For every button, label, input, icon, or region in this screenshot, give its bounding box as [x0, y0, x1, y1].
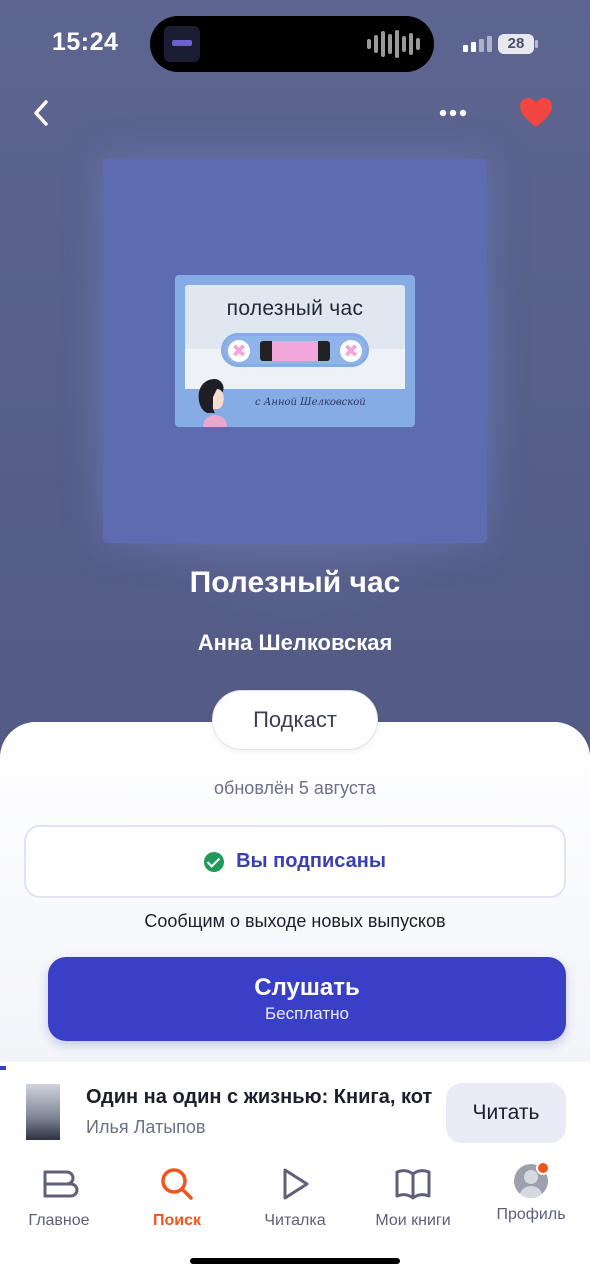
notify-text: Сообщим о выходе новых выпусков — [144, 911, 446, 931]
woman-portrait-icon — [198, 379, 227, 427]
cover-signature: с Анной Шелковской — [255, 397, 366, 408]
listen-label: Слушать — [254, 974, 360, 1001]
mini-player-title: Один на один с жизнью: Книга, кот — [86, 1086, 433, 1108]
tab-my-books-label: Мои книги — [375, 1212, 451, 1229]
battery-tip — [535, 40, 538, 48]
tab-reader[interactable]: Читалка — [236, 1158, 354, 1230]
tape — [260, 341, 330, 361]
now-playing-thumbnail — [164, 26, 200, 62]
type-badge[interactable]: Подкаст — [212, 690, 378, 750]
mini-player-author: Илья Латыпов — [86, 1117, 206, 1137]
heart-icon — [520, 98, 552, 127]
play-icon — [283, 1168, 309, 1200]
status-bar: 15:24 28 — [0, 0, 590, 90]
tab-search[interactable]: Поиск — [118, 1158, 236, 1230]
read-button[interactable]: Читать — [446, 1083, 566, 1143]
mini-player-progress — [0, 1066, 6, 1070]
tab-reader-label: Читалка — [264, 1212, 326, 1229]
dynamic-island[interactable] — [150, 16, 434, 72]
tab-home-label: Главное — [28, 1212, 90, 1229]
book-icon — [395, 1169, 431, 1200]
cassette-illustration: полезный час ✖ ✖ с Анной Шелковской — [175, 275, 415, 427]
mini-player-cover — [26, 1084, 60, 1140]
home-icon — [43, 1170, 79, 1198]
check-icon — [204, 851, 225, 872]
chevron-left-icon — [34, 100, 48, 126]
audio-wave-icon — [367, 30, 420, 58]
listen-sublabel: Бесплатно — [265, 1004, 349, 1023]
updated-date: обновлён 5 августа — [214, 778, 376, 798]
podcast-author[interactable]: Анна Шелковская — [0, 630, 590, 656]
tab-search-label: Поиск — [152, 1212, 201, 1229]
status-time: 15:24 — [52, 28, 119, 56]
subscribe-button[interactable]: Вы подписаны — [24, 825, 566, 898]
notification-dot — [536, 1161, 550, 1175]
tab-profile-label: Профиль — [496, 1206, 566, 1223]
subscribe-label: Вы подписаны — [236, 850, 386, 872]
tab-my-books[interactable]: Мои книги — [354, 1158, 472, 1230]
reel-right-icon: ✖ — [340, 340, 362, 362]
podcast-title: Полезный час — [189, 566, 401, 599]
tab-profile[interactable]: Профиль — [472, 1158, 590, 1224]
listen-button[interactable]: Слушать Бесплатно — [48, 957, 566, 1041]
home-indicator[interactable] — [190, 1258, 400, 1264]
reel-left-icon: ✖ — [228, 340, 250, 362]
tab-home[interactable]: Главное — [0, 1158, 118, 1230]
favorite-button[interactable] — [518, 96, 554, 130]
reel-window: ✖ ✖ — [221, 333, 369, 367]
search-icon — [161, 1168, 193, 1200]
podcast-cover: полезный час ✖ ✖ с Анной Шелковской — [103, 159, 487, 543]
mini-player[interactable]: Один на один с жизнью: Книга, кот Илья Л… — [0, 1066, 590, 1158]
battery-icon: 28 — [498, 34, 534, 54]
cover-title: полезный час — [226, 297, 364, 320]
more-button[interactable] — [438, 104, 468, 122]
more-dots-icon — [439, 109, 467, 117]
back-button[interactable] — [28, 96, 58, 130]
signal-icon — [463, 36, 492, 52]
